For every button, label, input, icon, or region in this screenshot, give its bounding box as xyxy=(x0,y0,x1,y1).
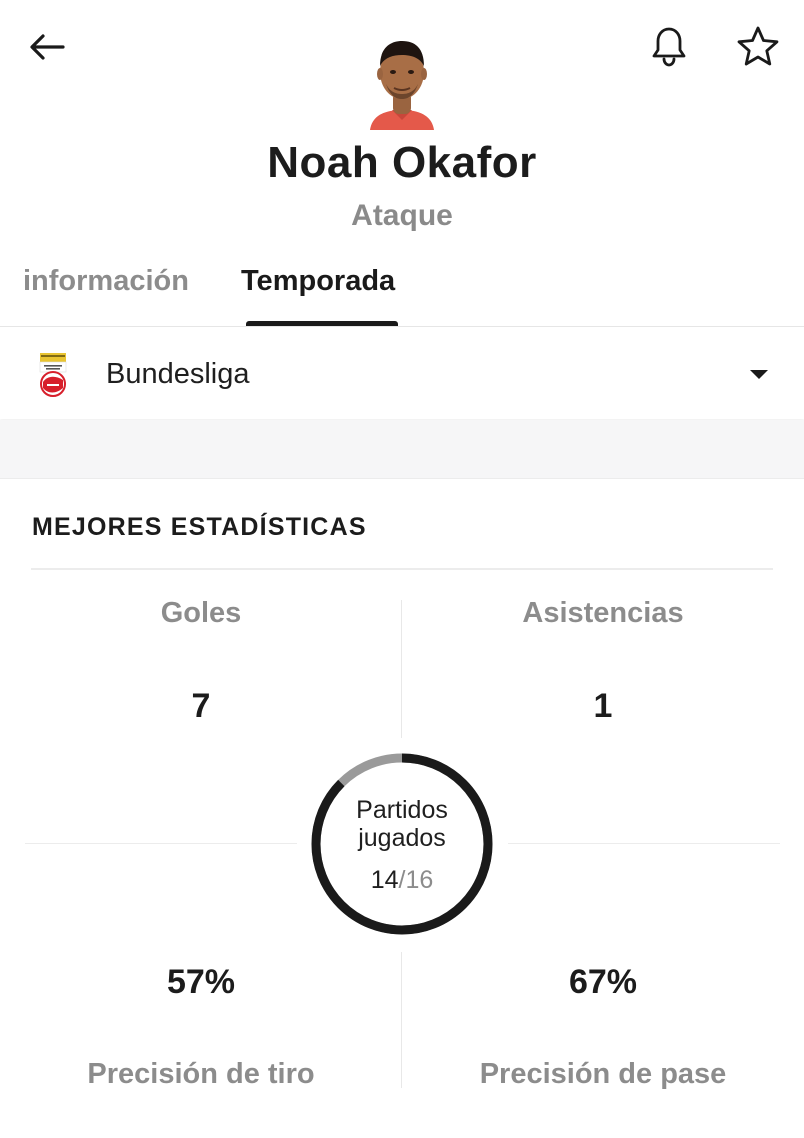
arrow-left-icon xyxy=(30,34,65,60)
matches-played-label: Partidos jugados xyxy=(356,796,448,852)
back-button[interactable] xyxy=(22,24,72,70)
goals-value: 7 xyxy=(191,687,211,725)
matches-total-value: /16 xyxy=(398,866,434,894)
section-spacer xyxy=(0,420,804,479)
grid-divider-left xyxy=(25,843,297,844)
matches-played-value: 14 xyxy=(370,866,399,894)
goals-label: Goles xyxy=(160,597,242,629)
bell-icon xyxy=(652,27,686,67)
star-outline-icon xyxy=(737,26,779,66)
assists-value: 1 xyxy=(593,687,613,725)
section-title: MEJORES ESTADÍSTICAS xyxy=(32,513,367,541)
league-name: Bundesliga xyxy=(106,358,250,390)
notifications-button[interactable] xyxy=(643,20,695,72)
player-position: Ataque xyxy=(351,199,453,232)
section-divider xyxy=(31,568,773,570)
tab-temporada[interactable]: Temporada xyxy=(241,265,395,298)
shot-accuracy-value: 57% xyxy=(166,963,236,1001)
player-avatar xyxy=(362,36,442,130)
shot-accuracy-label: Precisión de tiro xyxy=(87,1058,315,1090)
favorite-button[interactable] xyxy=(732,20,784,72)
caret-down-icon[interactable] xyxy=(746,366,772,382)
player-name: Noah Okafor xyxy=(267,138,537,187)
assists-label: Asistencias xyxy=(522,597,684,629)
grid-divider-right xyxy=(508,843,780,844)
league-crest-icon xyxy=(38,352,68,398)
tab-informacion[interactable]: información xyxy=(23,265,189,298)
matches-played-count: 14/16 xyxy=(310,866,494,895)
pass-accuracy-label: Precisión de pase xyxy=(479,1058,727,1090)
pass-accuracy-value: 67% xyxy=(568,963,638,1001)
